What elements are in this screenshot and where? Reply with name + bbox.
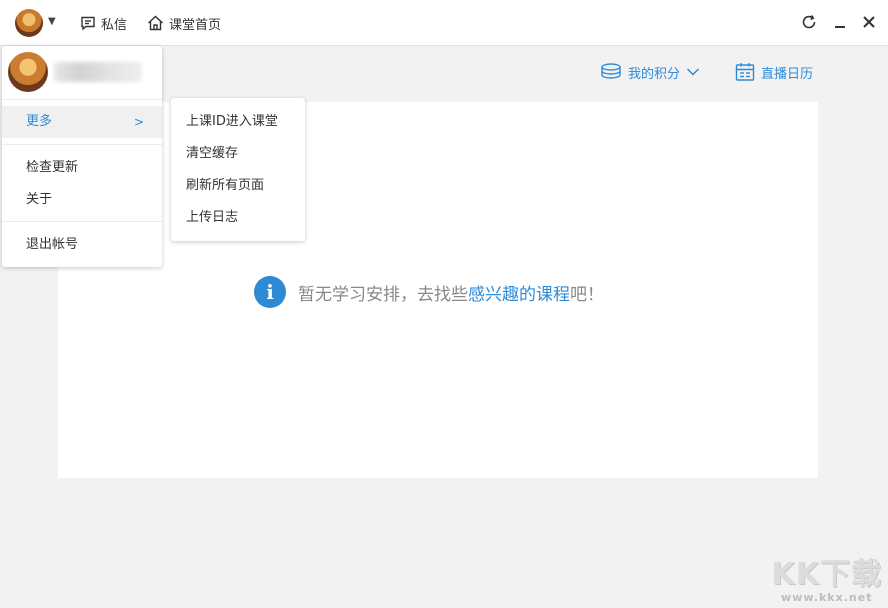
home-label: 课堂首页 <box>169 14 221 33</box>
chevron-down-icon[interactable]: ▼ <box>48 16 56 27</box>
close-button[interactable] <box>859 12 879 32</box>
empty-state-text: 暂无学习安排，去找些 <box>298 280 468 305</box>
blurred-username <box>54 62 142 82</box>
refresh-button[interactable] <box>799 12 819 32</box>
calendar-icon <box>735 62 755 82</box>
menu-user-header <box>2 46 162 100</box>
menu-item-more[interactable]: 更多 > <box>2 106 162 138</box>
my-points-label: 我的积分 <box>628 63 680 82</box>
chevron-down-icon <box>686 67 700 77</box>
submenu-item-refresh-pages[interactable]: 刷新所有页面 <box>171 170 305 202</box>
menu-item-check-update[interactable]: 检查更新 <box>2 152 162 184</box>
messages-label: 私信 <box>101 14 127 33</box>
live-calendar-label: 直播日历 <box>761 63 813 82</box>
messages-button[interactable]: 私信 <box>80 13 127 33</box>
home-icon <box>147 15 164 31</box>
submenu-item-clear-cache[interactable]: 清空缓存 <box>171 138 305 170</box>
home-button[interactable]: 课堂首页 <box>147 13 221 33</box>
empty-state: i 暂无学习安排，去找些感兴趣的课程吧！ <box>254 276 604 308</box>
menu-item-about[interactable]: 关于 <box>2 184 162 216</box>
menu-item-more-label: 更多 <box>26 114 52 129</box>
menu-item-logout-label: 退出帐号 <box>26 237 78 252</box>
info-icon: i <box>254 276 286 308</box>
user-avatar[interactable] <box>15 9 43 37</box>
my-points-link[interactable]: 我的积分 <box>600 60 706 84</box>
message-icon <box>80 15 96 31</box>
watermark-logo: KK下载 <box>772 559 883 591</box>
top-bar: ▼ 私信 课堂首页 <box>0 0 888 46</box>
live-calendar-link[interactable]: 直播日历 <box>735 60 813 84</box>
watermark-url: www.kkx.net <box>772 591 883 604</box>
menu-item-logout[interactable]: 退出帐号 <box>2 229 162 261</box>
minimize-button[interactable] <box>830 12 850 32</box>
minimize-icon <box>833 15 847 29</box>
submenu-item-upload-log[interactable]: 上传日志 <box>171 202 305 234</box>
avatar <box>8 52 48 92</box>
user-menu: 更多 > 检查更新 关于 退出帐号 <box>2 46 162 267</box>
menu-item-check-update-label: 检查更新 <box>26 160 78 175</box>
more-submenu: 上课ID进入课堂 清空缓存 刷新所有页面 上传日志 <box>171 98 305 241</box>
watermark: KK下载 www.kkx.net <box>772 559 883 604</box>
chevron-right-icon: > <box>134 106 144 138</box>
interesting-courses-link[interactable]: 感兴趣的课程 <box>468 280 570 305</box>
menu-divider <box>2 144 162 145</box>
empty-state-suffix: 吧！ <box>570 280 604 305</box>
refresh-icon <box>801 14 817 30</box>
menu-divider <box>2 221 162 222</box>
submenu-item-join-by-id[interactable]: 上课ID进入课堂 <box>171 106 305 138</box>
menu-item-about-label: 关于 <box>26 192 52 207</box>
close-icon <box>862 15 876 29</box>
coins-icon <box>600 62 622 82</box>
